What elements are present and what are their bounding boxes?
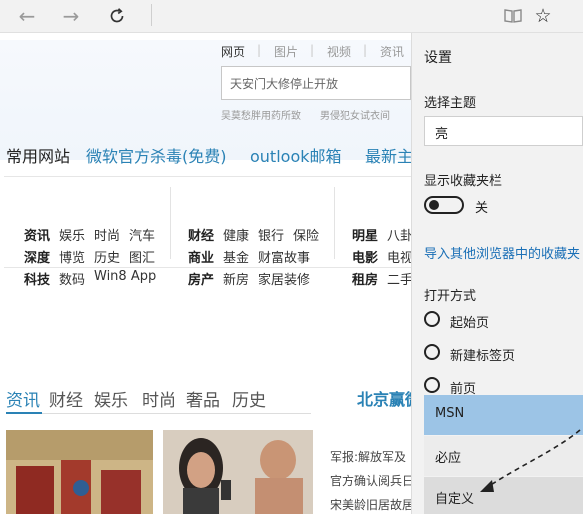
search-input[interactable]: 天安门大修停止开放	[221, 66, 411, 100]
dropdown-option-label: 必应	[435, 451, 462, 466]
category-link[interactable]: 保险	[293, 225, 319, 244]
toggle-knob	[429, 200, 439, 210]
category-link[interactable]: 图汇	[129, 247, 155, 266]
news-tab[interactable]: 奢品	[186, 386, 220, 411]
toggle-state-text: 关	[475, 201, 489, 216]
category-link[interactable]: 二手	[387, 269, 413, 288]
book-icon	[504, 9, 522, 23]
arrow-left-icon[interactable]: ←	[14, 3, 40, 29]
news-headline-link[interactable]: 官方确认阅兵日	[330, 472, 414, 489]
category-link[interactable]: 资讯	[24, 225, 50, 244]
hot-word-link[interactable]: 吴莫愁胖用药所致	[221, 107, 301, 122]
hot-word-link[interactable]: 男侵犯女试衣间	[320, 107, 390, 122]
people-image	[163, 430, 313, 514]
news-image-people[interactable]	[163, 430, 313, 514]
radio-label: 新建标签页	[450, 349, 516, 364]
news-tab-underline	[6, 413, 311, 414]
column-divider	[334, 187, 335, 259]
search-tab-news[interactable]: 资讯	[380, 43, 404, 60]
star-icon[interactable]: ☆	[530, 3, 556, 29]
tab-divider: |	[363, 43, 368, 57]
category-link[interactable]: 汽车	[129, 225, 155, 244]
radio-label: 起始页	[450, 316, 490, 331]
tab-divider: |	[257, 43, 262, 57]
refresh-icon-glyph	[110, 8, 124, 23]
category-link[interactable]: 历史	[94, 247, 120, 266]
toolbar-separator	[151, 4, 152, 26]
favorites-bar-label: 显示收藏夹栏	[424, 174, 503, 189]
theme-select[interactable]: 亮	[424, 116, 583, 146]
dropdown-option-label: MSN	[435, 406, 465, 421]
news-headline-link[interactable]: 军报:解放军及	[330, 448, 406, 465]
category-link[interactable]: 时尚	[94, 225, 120, 244]
category-link[interactable]: 家居装修	[258, 269, 310, 288]
search-tab-images[interactable]: 图片	[274, 43, 298, 60]
news-tab[interactable]: 财经	[49, 386, 83, 411]
arrow-right-icon[interactable]: →	[58, 3, 84, 29]
news-tab[interactable]: 资讯	[6, 386, 40, 411]
annotation-arrow-icon	[480, 429, 581, 492]
radio-new-tab[interactable]	[424, 344, 440, 360]
category-link[interactable]: 八卦	[387, 225, 413, 244]
category-link[interactable]: 银行	[258, 225, 284, 244]
settings-title: 设置	[424, 50, 452, 66]
category-link[interactable]: 基金	[223, 247, 249, 266]
site-link[interactable]: 微软官方杀毒(免费)	[86, 143, 227, 167]
category-link[interactable]: 租房	[352, 269, 378, 288]
search-suggestion-text: 天安门大修停止开放	[230, 77, 339, 91]
theme-select-value: 亮	[435, 127, 449, 142]
search-tab-video[interactable]: 视频	[327, 43, 351, 60]
parade-image	[6, 430, 153, 514]
category-link[interactable]: 财富故事	[258, 247, 310, 266]
radio-previous-page[interactable]	[424, 377, 440, 393]
import-favorites-link[interactable]: 导入其他浏览器中的收藏夹	[424, 243, 580, 262]
news-tab[interactable]: 历史	[232, 386, 266, 411]
search-tab-web[interactable]: 网页	[221, 43, 245, 60]
tab-divider: |	[310, 43, 315, 57]
category-link[interactable]: 电影	[352, 247, 378, 266]
radio-start-page[interactable]	[424, 311, 440, 327]
category-link[interactable]: 深度	[24, 247, 50, 266]
category-link[interactable]: 财经	[188, 225, 214, 244]
category-link[interactable]: 博览	[59, 247, 85, 266]
dropdown-option-label: 自定义	[435, 492, 475, 507]
category-link[interactable]: 科技	[24, 269, 50, 288]
browser-toolbar: ← → ☆	[0, 0, 583, 33]
category-link[interactable]: Win8 App	[94, 269, 156, 284]
site-link[interactable]: 最新主	[365, 143, 413, 167]
news-tab-active-indicator	[6, 412, 42, 414]
news-tab[interactable]: 时尚	[142, 386, 176, 411]
category-link[interactable]: 娱乐	[59, 225, 85, 244]
category-link[interactable]: 新房	[223, 269, 249, 288]
category-link[interactable]: 明星	[352, 225, 378, 244]
open-with-label: 打开方式	[424, 289, 477, 304]
category-link[interactable]: 数码	[59, 269, 85, 288]
news-image-parade[interactable]	[6, 430, 153, 514]
reading-view-icon[interactable]	[500, 3, 526, 29]
category-link[interactable]: 电视	[387, 247, 413, 266]
category-link[interactable]: 商业	[188, 247, 214, 266]
column-divider	[170, 187, 171, 259]
category-link[interactable]: 房产	[188, 269, 214, 288]
refresh-icon[interactable]	[104, 3, 130, 29]
news-tab[interactable]: 娱乐	[94, 386, 128, 411]
common-sites-label: 常用网站	[6, 147, 71, 166]
category-link[interactable]: 健康	[223, 225, 249, 244]
news-headline-link[interactable]: 宋美龄旧居故居	[330, 496, 414, 513]
site-link[interactable]: outlook邮箱	[250, 143, 342, 167]
theme-label: 选择主题	[424, 96, 477, 111]
